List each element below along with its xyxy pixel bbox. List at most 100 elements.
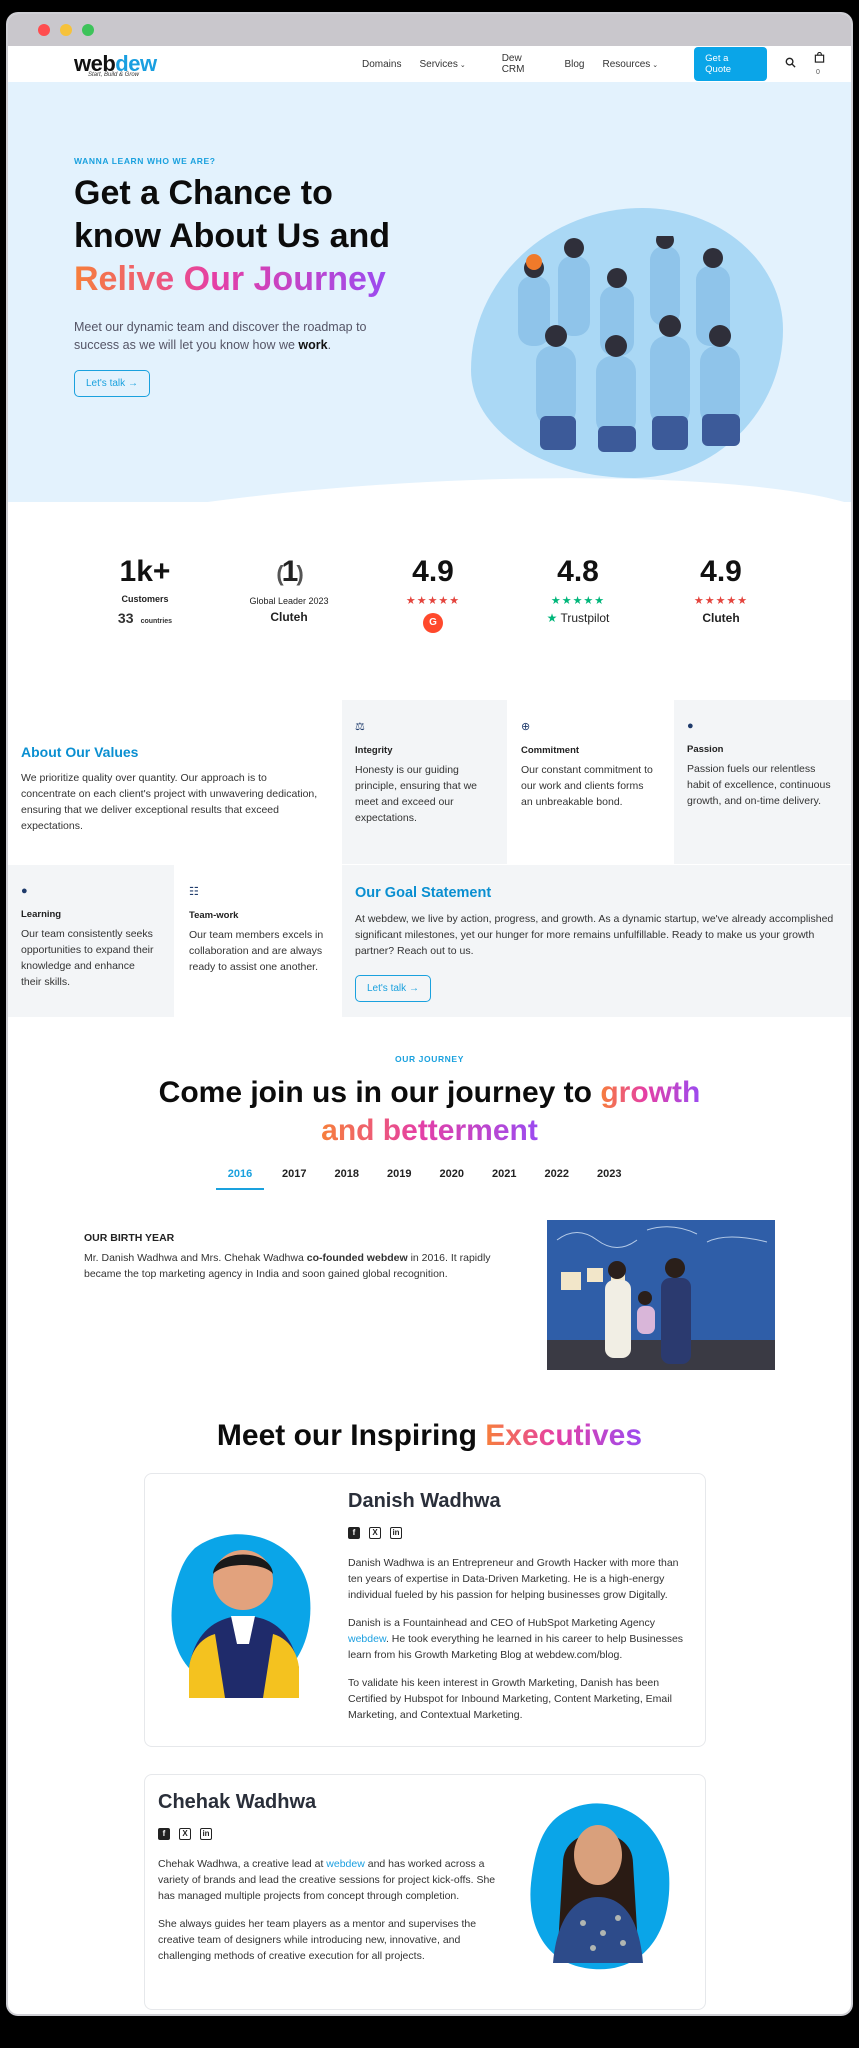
webdew-link[interactable]: webdew xyxy=(326,1858,365,1870)
nav-services-label: Services xyxy=(419,58,458,70)
chevron-down-icon: ⌄ xyxy=(652,61,659,69)
webdew-logo[interactable]: webdew xyxy=(74,53,157,75)
tab-year-2020[interactable]: 2020 xyxy=(426,1168,479,1190)
social-links: f X in xyxy=(158,1828,498,1840)
stat-g2: 4.9 ★★★★★ G xyxy=(368,554,498,633)
x-twitter-icon[interactable]: X xyxy=(369,1527,381,1539)
tab-year-2016[interactable]: 2016 xyxy=(216,1168,264,1190)
year-text-start: Mr. Danish Wadhwa and Mrs. Chehak Wadhwa xyxy=(84,1252,307,1264)
arrow-right-icon: → xyxy=(127,378,138,389)
value-title: Learning xyxy=(21,909,62,920)
stat-countries-label: countries xyxy=(140,618,173,625)
year-section-title: OUR BIRTH YEAR xyxy=(84,1232,175,1244)
facebook-icon[interactable]: f xyxy=(348,1527,360,1539)
executive-card-danish: Danish Wadhwa f X in Danish Wadhwa is an… xyxy=(144,1473,706,1747)
g2-logo: G xyxy=(423,613,443,633)
stat-leader-label: Global Leader 2023 xyxy=(249,596,329,606)
value-text: Our team consistently seeks opportunitie… xyxy=(21,928,154,988)
value-title: Commitment xyxy=(521,745,580,756)
trustpilot-logo: ★ Trustpilot xyxy=(513,611,643,625)
nav-resources-label: Resources xyxy=(602,58,651,70)
executive-bio-paragraph: She always guides her team players as a … xyxy=(158,1918,477,1962)
journey-section: OUR JOURNEY Come join us in our journey … xyxy=(8,1054,851,1370)
chehak-portrait xyxy=(530,1803,670,1970)
executives-title-accent: Executives xyxy=(485,1419,643,1452)
value-learning: ● Learning Our team consistently seeks o… xyxy=(8,865,174,1017)
get-a-quote-button[interactable]: Get a Quote xyxy=(694,47,767,81)
nav-links: Domains Services ⌄ Dew CRM Blog Resources… xyxy=(362,46,851,82)
window-titlebar xyxy=(8,14,851,46)
stat-leader-value: 1 xyxy=(281,555,299,588)
minimize-window-icon[interactable] xyxy=(60,24,72,36)
learning-icon: ● xyxy=(21,885,28,897)
hero-title-line-2: know About Us and xyxy=(74,217,391,255)
g2-rating-stars: ★★★★★ xyxy=(405,595,461,607)
nav-dew-crm[interactable]: Dew CRM xyxy=(502,53,547,75)
stat-countries: 33 countries xyxy=(80,610,210,626)
tab-year-2023[interactable]: 2023 xyxy=(583,1168,636,1190)
tab-year-2019[interactable]: 2019 xyxy=(373,1168,426,1190)
tab-year-2021[interactable]: 2021 xyxy=(478,1168,531,1190)
journey-title: Come join us in our journey to growth an… xyxy=(8,1074,851,1150)
value-teamwork: ☷ Team-work Our team members excels in c… xyxy=(176,865,341,1017)
executive-card-chehak: Chehak Wadhwa f X in Chehak Wadhwa, a cr… xyxy=(144,1774,706,2010)
tab-year-2022[interactable]: 2022 xyxy=(531,1168,584,1190)
stat-global-leader: (1) Global Leader 2023 Cluteh xyxy=(224,554,354,624)
executive-bio-paragraph: Danish Wadhwa is an Entrepreneur and Gro… xyxy=(348,1557,679,1601)
search-icon[interactable] xyxy=(785,57,796,71)
value-title: Passion xyxy=(687,744,724,755)
stat-countries-value: 33 xyxy=(117,610,134,626)
year-section-text: Mr. Danish Wadhwa and Mrs. Chehak Wadhwa… xyxy=(84,1250,504,1282)
tab-year-2017[interactable]: 2017 xyxy=(268,1168,321,1190)
bio-text: Danish is a Fountainhead and CEO of HubS… xyxy=(348,1617,656,1629)
nav-domains[interactable]: Domains xyxy=(362,59,401,70)
clutch-logo: Cluteh xyxy=(702,611,740,625)
webdew-link[interactable]: webdew xyxy=(348,1633,386,1645)
commitment-icon: ⊕ xyxy=(521,721,531,733)
stat-clutch-value: 4.9 xyxy=(700,555,742,588)
chevron-down-icon: ⌄ xyxy=(459,61,466,69)
trustpilot-label: Trustpilot xyxy=(560,611,610,625)
year-text-bold: co-founded webdew xyxy=(306,1252,408,1264)
hero-subtitle: Meet our dynamic team and discover the r… xyxy=(74,318,404,354)
goal-lets-talk-button[interactable]: Let's talk → xyxy=(355,975,431,1002)
journey-title-text: Come join us in our journey to xyxy=(158,1076,601,1109)
bio-text: Chehak Wadhwa, a creative lead at xyxy=(158,1858,327,1870)
about-values: About Our Values We prioritize quality o… xyxy=(8,724,340,864)
nav-blog[interactable]: Blog xyxy=(564,59,584,70)
goal-statement-title: Our Goal Statement xyxy=(355,885,492,901)
journey-title-growth: growth xyxy=(600,1076,701,1109)
value-text: Honesty is our guiding principle, ensuri… xyxy=(355,764,477,824)
executives-title: Meet our Inspiring Executives xyxy=(8,1419,851,1453)
executive-bio-paragraph: Chehak Wadhwa, a creative lead at webdew… xyxy=(158,1856,498,1904)
hero-lets-talk-button[interactable]: Let's talk → xyxy=(74,370,150,397)
trustpilot-rating-stars: ★★★★★ xyxy=(550,595,606,607)
tab-year-2018[interactable]: 2018 xyxy=(321,1168,374,1190)
value-title: Integrity xyxy=(355,745,393,756)
laurel-wreath-icon: (1) xyxy=(276,555,303,588)
integrity-icon: ⚖ xyxy=(355,721,365,733)
linkedin-icon[interactable]: in xyxy=(200,1828,212,1840)
maximize-window-icon[interactable] xyxy=(82,24,94,36)
facebook-icon[interactable]: f xyxy=(158,1828,170,1840)
bio-text: . He took everything he learned in his c… xyxy=(348,1633,684,1661)
top-navigation: webdew Start, Build & Grow Domains Servi… xyxy=(8,46,851,82)
executives-title-text: Meet our Inspiring xyxy=(216,1419,486,1452)
cart-icon[interactable]: 0 xyxy=(814,51,851,77)
value-text: Our constant commitment to our work and … xyxy=(521,764,653,808)
stat-trustpilot-value: 4.8 xyxy=(557,555,599,588)
hero-title-line-1: Get a Chance to xyxy=(74,174,333,212)
nav-resources[interactable]: Resources ⌄ xyxy=(602,59,676,70)
arrow-right-icon: → xyxy=(408,983,419,994)
hero-title: Get a Chance to know About Us and Relive… xyxy=(74,172,434,301)
founders-photo xyxy=(547,1220,775,1370)
stat-g2-value: 4.9 xyxy=(412,555,454,588)
x-twitter-icon[interactable]: X xyxy=(179,1828,191,1840)
value-integrity: ⚖ Integrity Honesty is our guiding princ… xyxy=(342,700,507,864)
close-window-icon[interactable] xyxy=(38,24,50,36)
linkedin-icon[interactable]: in xyxy=(390,1527,402,1539)
stat-customers-label: Customers xyxy=(121,594,169,604)
stats-bar: 1k+ Customers 33 countries (1) Global Le… xyxy=(8,554,851,654)
nav-services[interactable]: Services ⌄ xyxy=(419,59,483,70)
logo-tagline: Start, Build & Grow xyxy=(88,72,140,78)
